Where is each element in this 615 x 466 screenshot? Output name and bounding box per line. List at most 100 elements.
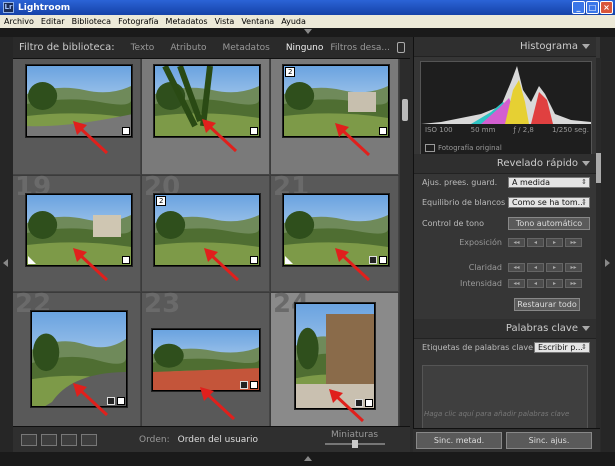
vibrance-inc[interactable]: ▸ [546, 278, 563, 288]
filter-text[interactable]: Texto [131, 43, 155, 53]
window-title: Lightroom [18, 2, 71, 13]
annotation-arrow [71, 383, 111, 417]
thumbnail-size-slider[interactable] [325, 440, 385, 448]
white-balance-label: Equilibrio de blancos [422, 197, 506, 207]
edit-badge-icon[interactable] [250, 127, 258, 135]
vibrance-dec[interactable]: ◂ [527, 278, 544, 288]
exposure-inc-big[interactable]: ▸▸ [565, 237, 582, 247]
annotation-arrow [71, 248, 111, 282]
keyword-tags-select[interactable]: Escribir p... [534, 341, 590, 353]
filter-none[interactable]: Ninguno [286, 43, 324, 53]
right-panel-toggle[interactable] [600, 37, 615, 466]
exposure-label: Exposición [459, 237, 502, 247]
histogram: ISO 100 50 mm ƒ / 2,8 1/250 seg. Fotografía… [420, 61, 592, 161]
filter-attribute[interactable]: Atributo [170, 43, 206, 53]
menu-biblioteca[interactable]: Biblioteca [68, 17, 115, 26]
menu-fotografia[interactable]: Fotografía [114, 17, 161, 26]
vibrance-dec-big[interactable]: ◂◂ [508, 278, 525, 288]
collapse-icon [582, 44, 590, 49]
grid-view-button[interactable] [21, 433, 37, 446]
minimize-button[interactable]: _ [572, 1, 585, 14]
collapse-icon [582, 161, 590, 166]
grid-cell-1[interactable] [13, 59, 141, 175]
stack-count-badge: 2 [285, 67, 296, 77]
quick-develop-title: Revelado rápido [496, 158, 578, 169]
lightroom-app-icon: Lr [3, 2, 14, 13]
preset-select[interactable]: A medida [508, 176, 590, 188]
exposure-inc[interactable]: ▸ [546, 237, 563, 247]
grid-cell-5[interactable]: 20 2 [142, 172, 270, 292]
photo-thumbnail[interactable] [152, 329, 260, 391]
right-panel: Histograma ISO 100 50 mm ƒ / 2,8 1/250 seg.… [413, 37, 601, 452]
annotation-arrow [333, 123, 373, 157]
preset-label: Ajus. prees. guard. [422, 177, 498, 187]
maximize-button[interactable]: □ [586, 1, 599, 14]
clarity-dec-big[interactable]: ◂◂ [508, 262, 525, 272]
histogram-header[interactable]: Histograma [414, 37, 596, 57]
quick-develop-header[interactable]: Revelado rápido [414, 154, 596, 174]
original-photo-toggle[interactable]: Fotografía original [425, 144, 502, 152]
grid-cell-4[interactable]: 19 [13, 172, 141, 292]
menu-archivo[interactable]: Archivo [0, 17, 37, 26]
sync-settings-button[interactable]: Sinc. ajus. [506, 432, 592, 449]
clarity-label: Claridad [468, 262, 502, 272]
grid-cell-9[interactable]: 24 [271, 289, 399, 426]
keywords-header[interactable]: Palabras clave [414, 319, 596, 339]
exposure-dec[interactable]: ◂ [527, 237, 544, 247]
vibrance-label: Intensidad [459, 278, 502, 288]
metadata-badge-icon[interactable] [240, 381, 248, 389]
clarity-inc[interactable]: ▸ [546, 262, 563, 272]
menu-metadatos[interactable]: Metadatos [162, 17, 211, 26]
loupe-view-button[interactable] [41, 433, 57, 446]
scrollbar-thumb[interactable] [402, 99, 408, 121]
close-button[interactable]: × [600, 1, 613, 14]
edit-badge-icon[interactable] [122, 256, 130, 264]
flag-corner-icon [28, 256, 36, 264]
edit-badge-icon[interactable] [122, 127, 130, 135]
white-balance-select[interactable]: Como se ha tom... [508, 196, 590, 208]
menu-ventana[interactable]: Ventana [237, 17, 277, 26]
top-panel-toggle[interactable] [0, 28, 615, 37]
menu-bar: Archivo Editar Biblioteca Fotografía Met… [0, 15, 615, 28]
keyword-hint[interactable]: Haga clic aquí para añadir palabras clav… [424, 410, 569, 418]
grid-cell-2[interactable] [142, 59, 270, 175]
reset-all-button[interactable]: Restaurar todo [514, 298, 580, 311]
grid-scrollbar[interactable] [400, 59, 410, 426]
menu-ayuda[interactable]: Ayuda [277, 17, 309, 26]
clarity-inc-big[interactable]: ▸▸ [565, 262, 582, 272]
lock-icon[interactable] [397, 42, 405, 53]
survey-view-button[interactable] [81, 433, 97, 446]
expand-left-icon [3, 259, 8, 267]
edit-badge-icon[interactable] [117, 397, 125, 405]
slider-knob[interactable] [352, 440, 358, 448]
auto-tone-button[interactable]: Tono automático [508, 216, 590, 230]
grid-cell-3[interactable]: 2 [271, 59, 399, 175]
expand-right-icon [605, 259, 610, 267]
vibrance-inc-big[interactable]: ▸▸ [565, 278, 582, 288]
grid-cell-7[interactable]: 22 [13, 289, 141, 426]
exposure-dec-big[interactable]: ◂◂ [508, 237, 525, 247]
edit-badge-icon[interactable] [250, 381, 258, 389]
edit-badge-icon[interactable] [379, 256, 387, 264]
aperture: ƒ / 2,8 [513, 126, 534, 134]
filter-metadata[interactable]: Metadatos [223, 43, 270, 53]
menu-editar[interactable]: Editar [37, 17, 68, 26]
scrollbar-thumb[interactable] [596, 153, 601, 183]
grid-cell-6[interactable]: 21 [271, 172, 399, 292]
edit-badge-icon[interactable] [250, 256, 258, 264]
expand-down-icon [304, 456, 312, 461]
filmstrip-toggle[interactable] [0, 452, 615, 466]
sort-select[interactable]: Orden del usuario [178, 435, 258, 445]
compare-view-button[interactable] [61, 433, 77, 446]
grid-cell-8[interactable]: 23 [142, 289, 270, 426]
filter-presets-select[interactable]: Filtros desa... [330, 43, 390, 53]
stack-count-badge: 2 [156, 196, 167, 206]
right-panel-scrollbar[interactable] [596, 58, 601, 452]
clarity-dec[interactable]: ◂ [527, 262, 544, 272]
edit-badge-icon[interactable] [379, 127, 387, 135]
tone-control-row: Control de tono Tono automático [422, 216, 590, 230]
white-balance-row: Equilibrio de blancos Como se ha tom... [422, 195, 590, 209]
menu-vista[interactable]: Vista [211, 17, 238, 26]
left-panel-toggle[interactable] [0, 37, 13, 466]
sync-metadata-button[interactable]: Sinc. metad. [416, 432, 502, 449]
